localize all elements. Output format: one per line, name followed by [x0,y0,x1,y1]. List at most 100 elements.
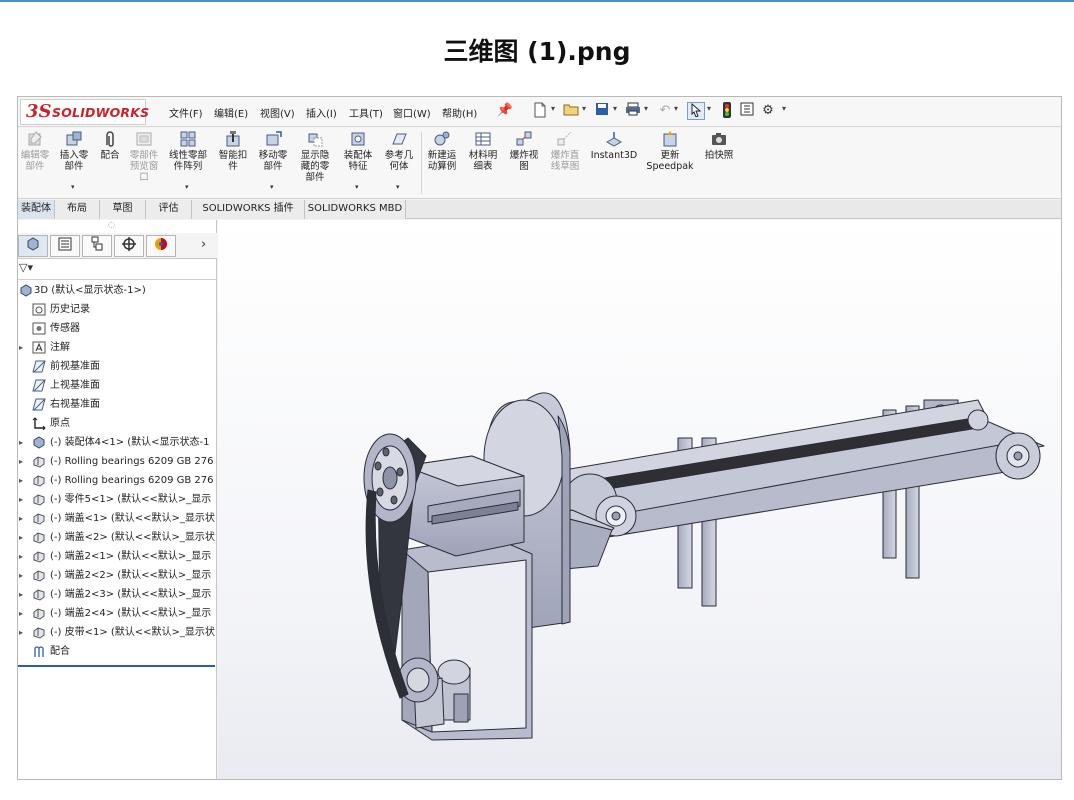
tree-item[interactable]: 传感器 [18,319,217,338]
conveyor-assembly-model[interactable] [218,220,1061,780]
new-document-icon[interactable] [531,102,549,120]
expand-arrow-icon[interactable]: ▸ [19,566,23,585]
print-icon[interactable] [624,102,642,120]
tab-layout[interactable]: 布局 [55,200,100,219]
take-snapshot-button[interactable]: 拍快照 [701,130,737,161]
linear-pattern-dropdown-icon[interactable]: ▾ [185,183,189,191]
undo-icon[interactable]: ↶ [656,102,674,120]
tab-sketch[interactable]: 草图 [100,200,146,219]
update-speedpak-button[interactable]: 更新 Speedpak [644,130,696,172]
tree-item[interactable]: ▸ (-) 端盖<2> (默认<<默认>_显示状 [18,528,217,547]
tree-item[interactable]: ▸ (-) 端盖2<3> (默认<<默认>_显示 [18,585,217,604]
tab-solidworks-addins[interactable]: SOLIDWORKS 插件 [192,200,305,219]
tree-root-assembly[interactable]: 3D (默认<显示状态-1>) [18,281,217,300]
feature-manager-tab-icon[interactable] [18,235,48,257]
expand-arrow-icon[interactable]: ▸ [19,585,23,604]
expand-arrow-icon[interactable]: ▸ [19,547,23,566]
graphics-viewport[interactable]: 🔍 🔎 ↶ ▦ ▣ ▩ ◉ ● ▲ □ [218,220,1061,780]
tree-item-label: 历史记录 [50,304,90,315]
select-arrow-icon[interactable] [687,102,705,120]
tab-evaluate[interactable]: 评估 [146,200,192,219]
bill-of-materials-button[interactable]: 材料明 细表 [465,130,501,172]
insert-component-button[interactable]: 插入零 部件 [55,130,93,172]
configuration-manager-tab-icon[interactable] [82,235,112,257]
assembly-features-dropdown-icon[interactable]: ▾ [355,183,359,191]
instant3d-button[interactable]: Instant3D [589,130,639,161]
expand-arrow-icon[interactable]: ▸ [19,433,23,452]
panel-grip-icon[interactable]: ◌ [108,220,115,229]
tree-item[interactable]: 配合 [18,642,217,661]
linear-pattern-button[interactable]: 线性零部 件阵列 [165,130,211,172]
expand-arrow-icon[interactable]: ▸ [19,509,23,528]
paperclip-icon [101,130,119,148]
tree-item[interactable]: ▸ (-) 端盖2<1> (默认<<默认>_显示 [18,547,217,566]
component-preview-button[interactable]: 零部件 预览窗 口 [126,130,162,183]
save-icon[interactable] [593,102,611,120]
explode-line-sketch-button[interactable]: 爆炸直 线草图 [546,130,584,172]
expand-arrow-icon[interactable]: ▸ [19,490,23,509]
tree-filter[interactable]: ▽▾ [18,260,217,280]
file-properties-icon[interactable] [738,102,756,120]
undo-dropdown-icon[interactable]: ▾ [674,104,678,113]
reference-geometry-button[interactable]: 参考几 何体 [380,130,418,172]
show-hidden-components-button[interactable]: 显示隐 藏的零 部件 [296,130,334,183]
print-dropdown-icon[interactable]: ▾ [644,104,648,113]
move-component-dropdown-icon[interactable]: ▾ [270,183,274,191]
open-folder-icon[interactable] [562,102,580,120]
tree-item[interactable]: 右视基准面 [18,395,217,414]
display-manager-tab-icon[interactable] [146,235,176,257]
solidworks-logo[interactable]: 3S SOLIDWORKS [20,99,149,125]
tree-item[interactable]: ▸ (-) Rolling bearings 6209 GB 276 [18,452,217,471]
menu-edit[interactable]: 编辑(E) [214,105,248,120]
new-motion-study-button[interactable]: 新建运 动算例 [423,130,461,172]
menu-tools[interactable]: 工具(T) [349,105,383,120]
menu-file[interactable]: 文件(F) [169,105,203,120]
filter-icon[interactable]: ▽▾ [19,261,33,274]
tree-item[interactable]: 上视基准面 [18,376,217,395]
tab-solidworks-mbd[interactable]: SOLIDWORKS MBD [305,200,406,219]
menu-insert[interactable]: 插入(I) [306,105,337,120]
menu-view[interactable]: 视图(V) [260,105,295,120]
save-dropdown-icon[interactable]: ▾ [613,104,617,113]
tree-item[interactable]: ▸ (-) 端盖2<2> (默认<<默认>_显示 [18,566,217,585]
expand-arrow-icon[interactable]: ▸ [19,338,23,357]
tree-item[interactable]: ▸ (-) Rolling bearings 6209 GB 276 [18,471,217,490]
rebuild-traffic-light-icon[interactable] [718,102,736,120]
move-component-button[interactable]: 移动零 部件 [254,130,292,172]
tree-item[interactable]: ▸ (-) 端盖2<4> (默认<<默认>_显示 [18,604,217,623]
dimxpert-tab-icon[interactable] [114,235,144,257]
tree-item[interactable]: ▸ (-) 端盖<1> (默认<<默认>_显示状 [18,509,217,528]
menu-help[interactable]: 帮助(H) [442,105,477,120]
property-manager-tab-icon[interactable] [50,235,80,257]
reference-geometry-dropdown-icon[interactable]: ▾ [396,183,400,191]
options-dropdown-icon[interactable]: ▾ [782,104,786,113]
expand-arrow-icon[interactable]: ▸ [19,623,23,642]
menu-window[interactable]: 窗口(W) [393,105,431,120]
tree-item[interactable]: 前视基准面 [18,357,217,376]
options-gear-icon[interactable]: ⚙ [759,102,777,120]
tree-item[interactable]: 原点 [18,414,217,433]
pin-icon[interactable]: 📌 [496,102,514,120]
expand-arrow-icon[interactable]: ▸ [19,604,23,623]
tree-item[interactable]: 历史记录 [18,300,217,319]
tab-assembly[interactable]: 装配体 [18,200,55,219]
tree-item-label: (-) Rolling bearings 6209 GB 276 [50,475,214,486]
expand-arrow-icon[interactable]: ▸ [19,452,23,471]
edit-component-button[interactable]: 编辑零 部件 [18,130,52,172]
mate-button[interactable]: 配合 [97,130,123,161]
smart-fasteners-button[interactable]: 智能扣 件 [215,130,251,172]
tree-item[interactable]: ▸ (-) 装配体4<1> (默认<显示状态-1 [18,433,217,452]
tree-item[interactable]: ▸ (-) 零件5<1> (默认<<默认>_显示 [18,490,217,509]
panel-more-chevron-icon[interactable]: › [201,237,206,252]
exploded-view-button[interactable]: 爆炸视 图 [506,130,542,172]
insert-component-dropdown-icon[interactable]: ▾ [71,183,75,191]
expand-arrow-icon[interactable]: ▸ [19,528,23,547]
open-dropdown-icon[interactable]: ▾ [582,104,586,113]
expand-arrow-icon[interactable]: ▸ [19,471,23,490]
motion-study-icon [433,130,451,148]
assembly-features-button[interactable]: 装配体 特征 [339,130,377,172]
tree-item[interactable]: ▸ (-) 皮带<1> (默认<<默认>_显示状 [18,623,217,642]
tree-item[interactable]: ▸ 注解 [18,338,217,357]
new-dropdown-icon[interactable]: ▾ [551,104,555,113]
select-dropdown-icon[interactable]: ▾ [707,104,711,113]
